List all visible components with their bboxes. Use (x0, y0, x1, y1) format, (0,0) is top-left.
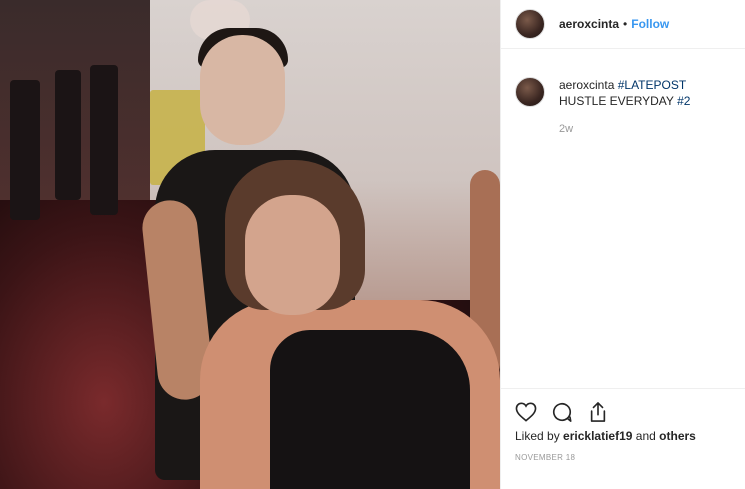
caption-body: HUSTLE EVERYDAY (559, 94, 674, 108)
liked-by-user[interactable]: ericklatief19 (563, 429, 632, 443)
post-modal: aeroxcinta • Follow aeroxcinta #LATEPOST… (0, 0, 745, 489)
comment-icon (552, 402, 572, 422)
caption-username[interactable]: aeroxcinta (559, 78, 614, 92)
avatar[interactable] (515, 9, 545, 39)
man-head (200, 35, 285, 145)
gym-machine (10, 80, 40, 220)
caption-avatar[interactable] (515, 77, 545, 107)
username-link[interactable]: aeroxcinta (559, 17, 619, 31)
liked-by-others[interactable]: others (659, 429, 696, 443)
gym-machine (90, 65, 118, 215)
post-sidebar: aeroxcinta • Follow aeroxcinta #LATEPOST… (500, 0, 745, 489)
follow-button[interactable]: Follow (631, 17, 669, 31)
caption-hashtag-2[interactable]: #2 (677, 94, 690, 108)
caption-block: aeroxcinta #LATEPOST HUSTLE EVERYDAY #2 … (501, 49, 745, 137)
caption-timestamp[interactable]: 2w (559, 121, 709, 137)
gym-machine (55, 70, 81, 200)
caption-text: aeroxcinta #LATEPOST HUSTLE EVERYDAY #2 … (559, 77, 709, 137)
heart-icon (515, 402, 537, 422)
post-date[interactable]: NOVEMBER 18 (501, 443, 745, 462)
liked-by-prefix: Liked by (515, 429, 560, 443)
woman-face (245, 195, 340, 315)
action-bar (501, 389, 745, 425)
post-header: aeroxcinta • Follow (501, 0, 745, 49)
share-icon (590, 402, 606, 422)
like-button[interactable] (513, 399, 539, 425)
liked-by-and: and (635, 429, 656, 443)
separator-dot: • (623, 17, 628, 31)
woman-top (270, 330, 470, 489)
comment-button[interactable] (549, 399, 575, 425)
post-video[interactable] (0, 0, 500, 489)
caption-hashtag[interactable]: #LATEPOST (618, 78, 686, 92)
share-button[interactable] (585, 399, 611, 425)
likes-line: Liked by ericklatief19 and others (501, 425, 745, 443)
post-footer: Liked by ericklatief19 and others NOVEMB… (501, 388, 745, 462)
